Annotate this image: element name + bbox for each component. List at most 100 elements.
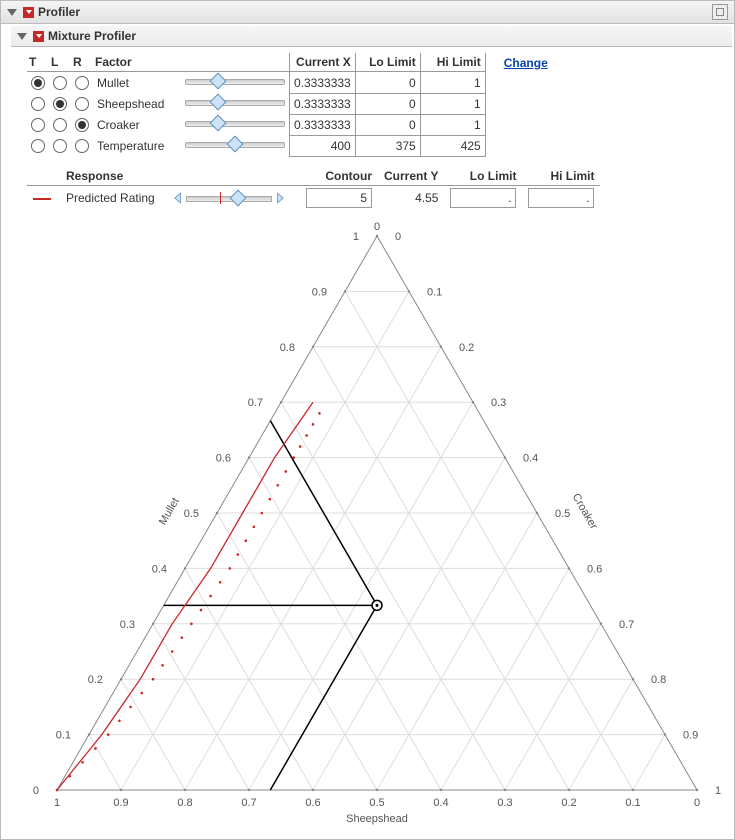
contour-slider[interactable]	[174, 189, 284, 207]
tick-mark	[312, 789, 314, 791]
tick-label: 1	[54, 797, 60, 809]
profiler-panel: Profiler Mixture Profiler T L R Factor C…	[0, 0, 735, 840]
resp-lo[interactable]: .	[450, 188, 516, 208]
factor-slider[interactable]	[185, 74, 285, 88]
factor-lo[interactable]: 0	[355, 93, 420, 114]
gridline	[217, 513, 377, 790]
response-name: Predicted Rating	[60, 185, 168, 210]
contour-dot	[305, 434, 308, 437]
ternary-plot[interactable]: 00.10.20.30.40.50.60.70.80.9100.10.20.30…	[27, 216, 724, 829]
profiler-header: Profiler	[1, 1, 734, 24]
tick-mark	[664, 733, 666, 735]
gridline	[377, 513, 537, 790]
contour-dot	[69, 775, 72, 778]
radio-l[interactable]	[53, 118, 67, 132]
tick-mark	[88, 733, 90, 735]
contour-dot	[269, 498, 272, 501]
tick-label: 0.9	[312, 286, 327, 298]
resp-col-contour: Contour	[300, 167, 378, 186]
contour-dot	[181, 636, 184, 639]
contour-dot	[200, 608, 203, 611]
popout-icon[interactable]	[712, 4, 728, 20]
slider-thumb-icon[interactable]	[227, 136, 244, 153]
factor-current[interactable]: 0.3333333	[290, 72, 356, 94]
contour-dot	[253, 525, 256, 528]
factor-slider[interactable]	[185, 116, 285, 130]
contour-dot	[118, 719, 121, 722]
contour-dot	[56, 789, 59, 792]
tick-label: 0.1	[625, 797, 640, 809]
tick-label: 0.2	[459, 342, 474, 354]
factor-hi[interactable]: 1	[420, 114, 485, 135]
factor-slider[interactable]	[185, 95, 285, 109]
tick-mark	[248, 789, 250, 791]
tick-mark	[472, 401, 474, 403]
gridline	[153, 624, 249, 790]
mixture-content: T L R Factor Current X Lo Limit Hi Limit…	[1, 47, 734, 839]
tick-label: 0.9	[113, 797, 128, 809]
slider-thumb-icon[interactable]	[229, 189, 246, 206]
radio-r[interactable]	[75, 97, 89, 111]
col-currentx: Current X	[290, 53, 356, 72]
contour-dot	[312, 423, 315, 426]
slider-thumb-icon[interactable]	[210, 94, 227, 111]
radio-t[interactable]	[31, 97, 45, 111]
radio-r[interactable]	[75, 118, 89, 132]
factor-current[interactable]: 0.3333333	[290, 114, 356, 135]
tick-mark	[536, 512, 538, 514]
col-lo: Lo Limit	[355, 53, 420, 72]
resp-col-response: Response	[60, 167, 168, 186]
tick-label: 0.8	[651, 674, 666, 686]
tick-label: 0.4	[433, 797, 448, 809]
resp-hi[interactable]: .	[528, 188, 594, 208]
factor-lo[interactable]: 0	[355, 72, 420, 94]
factor-hi[interactable]: 1	[420, 72, 485, 94]
slider-thumb-icon[interactable]	[210, 115, 227, 132]
factor-current[interactable]: 400	[290, 135, 356, 156]
radio-t[interactable]	[31, 118, 45, 132]
tick-label: 0	[33, 785, 39, 797]
tick-mark	[504, 789, 506, 791]
tick-label: 0.6	[587, 563, 602, 575]
factor-lo[interactable]: 375	[355, 135, 420, 156]
radio-r[interactable]	[75, 76, 89, 90]
disclosure-toggle-inner[interactable]	[17, 33, 27, 40]
factor-lo[interactable]: 0	[355, 114, 420, 135]
factor-hi[interactable]: 1	[420, 93, 485, 114]
disclosure-toggle[interactable]	[7, 9, 17, 16]
tick-label: 0.7	[241, 797, 256, 809]
contour-dot	[277, 484, 280, 487]
tick-label: 0.6	[216, 452, 231, 464]
response-table: Response Contour Current Y Lo Limit Hi L…	[27, 167, 600, 210]
radio-l[interactable]	[53, 139, 67, 153]
tick-mark	[376, 789, 378, 791]
contour-dot	[141, 692, 144, 695]
tick-label: 0.4	[523, 452, 538, 464]
resp-col-hi: Hi Limit	[522, 167, 600, 186]
resp-col-lo: Lo Limit	[444, 167, 522, 186]
factor-slider[interactable]	[185, 137, 285, 151]
radio-t[interactable]	[31, 76, 45, 90]
radio-t[interactable]	[31, 139, 45, 153]
radio-r[interactable]	[75, 139, 89, 153]
change-link[interactable]: Change	[488, 56, 548, 70]
mixture-menu-icon[interactable]	[33, 31, 44, 42]
factor-row: Croaker 0.333333301	[27, 114, 554, 135]
profiler-menu-icon[interactable]	[23, 7, 34, 18]
radio-l[interactable]	[53, 97, 67, 111]
slider-thumb-icon[interactable]	[210, 73, 227, 90]
slider-decrement-icon[interactable]	[172, 189, 184, 207]
tick-label: 0.6	[305, 797, 320, 809]
radio-l[interactable]	[53, 76, 67, 90]
contour-value[interactable]: 5	[306, 188, 372, 208]
factor-hi[interactable]: 425	[420, 135, 485, 156]
factor-current[interactable]: 0.3333333	[290, 93, 356, 114]
tick-mark	[568, 567, 570, 569]
slider-increment-icon[interactable]	[274, 189, 286, 207]
contour-dot	[219, 581, 222, 584]
contour-dot	[171, 650, 174, 653]
tick-mark	[600, 622, 602, 624]
contour-dot	[152, 678, 155, 681]
tick-label: 0.2	[561, 797, 576, 809]
gridline	[281, 402, 505, 790]
